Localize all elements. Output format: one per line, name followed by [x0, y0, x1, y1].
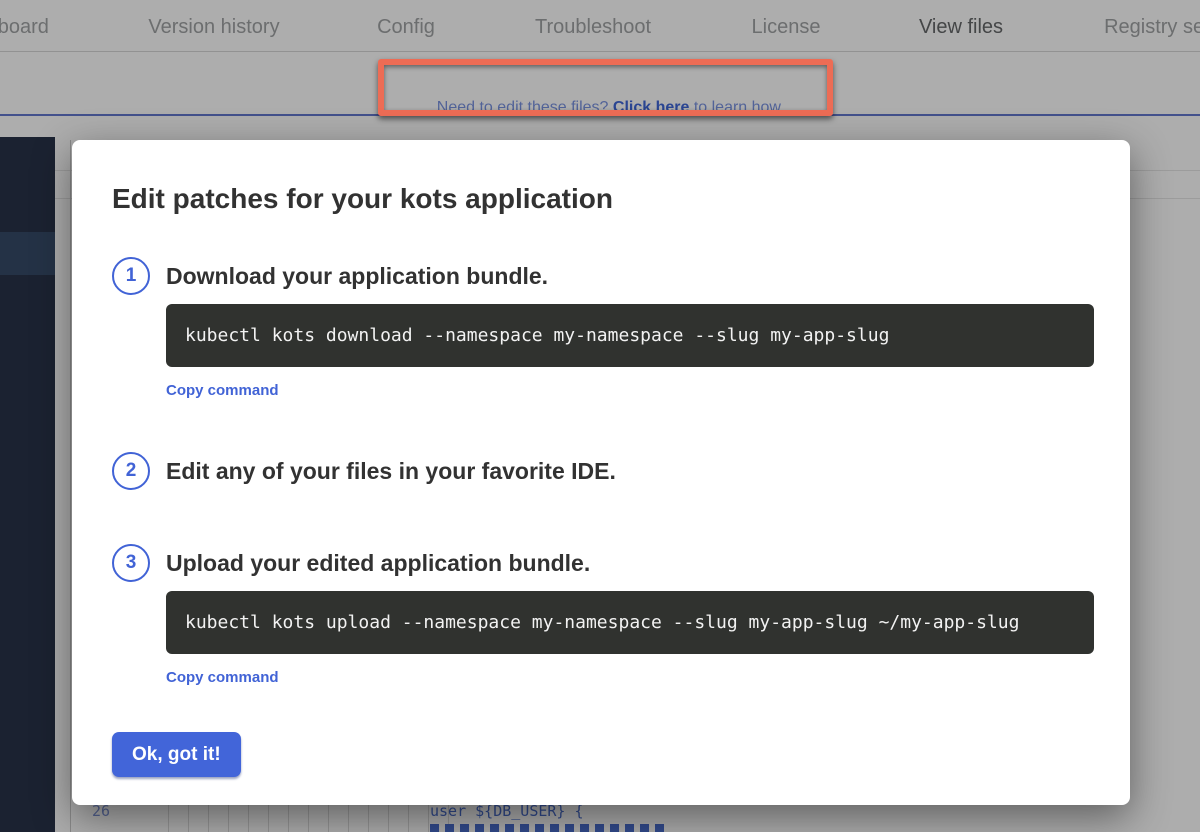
- step-3-number-badge: 3: [112, 544, 150, 582]
- step-2-number-badge: 2: [112, 452, 150, 490]
- annotation-highlight-box: [378, 59, 833, 116]
- step-3-row: 3 Upload your edited application bundle.: [112, 543, 1094, 583]
- step-2-heading: Edit any of your files in your favorite …: [166, 458, 616, 485]
- copy-download-command-link[interactable]: Copy command: [166, 382, 1094, 399]
- step-1-number-badge: 1: [112, 257, 150, 295]
- copy-upload-command-link[interactable]: Copy command: [166, 669, 1094, 686]
- step-1-row: 1 Download your application bundle.: [112, 256, 1094, 296]
- modal-title: Edit patches for your kots application: [112, 182, 1094, 216]
- download-command-codeblock: kubectl kots download --namespace my-nam…: [166, 304, 1094, 367]
- step-3-heading: Upload your edited application bundle.: [166, 550, 590, 577]
- download-command-text: kubectl kots download --namespace my-nam…: [185, 325, 889, 346]
- upload-command-codeblock: kubectl kots upload --namespace my-names…: [166, 591, 1094, 654]
- upload-command-text: kubectl kots upload --namespace my-names…: [185, 612, 1019, 633]
- edit-patches-modal: Edit patches for your kots application 1…: [72, 140, 1130, 805]
- step-1-heading: Download your application bundle.: [166, 263, 548, 290]
- step-2-row: 2 Edit any of your files in your favorit…: [112, 451, 1094, 491]
- ok-got-it-button[interactable]: Ok, got it!: [112, 732, 241, 777]
